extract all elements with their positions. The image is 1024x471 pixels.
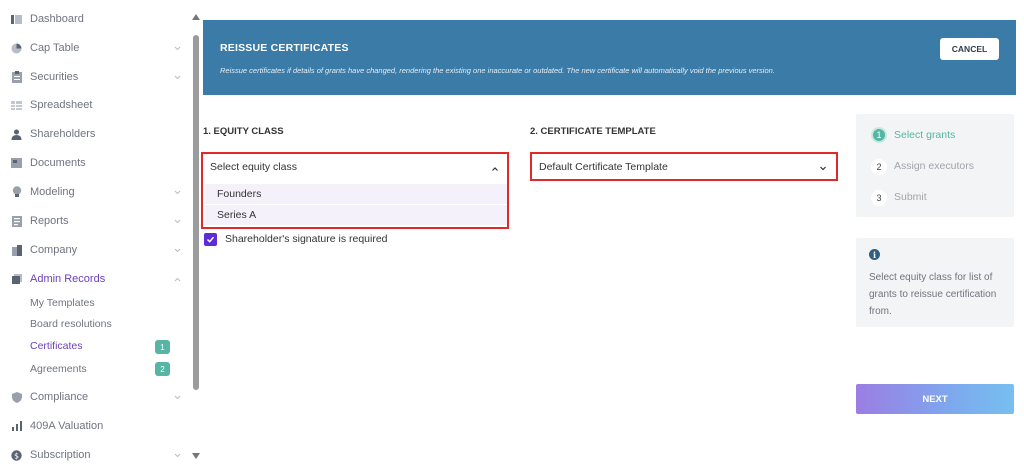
chevron-down-icon xyxy=(174,453,181,457)
chevron-down-icon xyxy=(174,190,181,194)
sidebar-item-reports[interactable]: Reports xyxy=(0,207,192,235)
sidebar-item-label: Subscription xyxy=(30,449,91,461)
clipboard-icon xyxy=(11,71,22,83)
sidebar-item-compliance[interactable]: Compliance xyxy=(0,383,192,411)
scroll-down-arrow[interactable] xyxy=(192,453,200,459)
sidebar-item-label: Modeling xyxy=(30,186,75,198)
cancel-button[interactable]: CANCEL xyxy=(940,38,999,60)
bulb-icon xyxy=(11,186,22,198)
chevron-down-icon xyxy=(174,248,181,252)
next-button[interactable]: NEXT xyxy=(856,384,1014,414)
equity-class-dropdown[interactable]: Select equity class Founders Series A xyxy=(201,152,509,229)
records-icon xyxy=(11,274,22,285)
certificate-template-heading: 2. CERTIFICATE TEMPLATE xyxy=(530,126,656,137)
person-icon xyxy=(11,129,22,140)
sidebar-item-dashboard[interactable]: Dashboard xyxy=(0,5,192,33)
sidebar-item-spreadsheet[interactable]: Spreadsheet xyxy=(0,91,192,119)
pie-chart-icon xyxy=(11,43,22,54)
chevron-down-icon xyxy=(820,166,826,171)
sidebar-item-securities[interactable]: Securities xyxy=(0,63,192,91)
sidebar: Dashboard Cap Table Securities Spreadshe… xyxy=(0,0,192,471)
chevron-down-icon xyxy=(174,46,181,50)
step-submit: Submit xyxy=(894,191,927,203)
step-number: 2 xyxy=(871,159,887,175)
equity-class-select-value: Select equity class xyxy=(210,161,297,173)
chevron-down-icon xyxy=(174,395,181,399)
info-panel: i Select equity class for list of grants… xyxy=(856,238,1014,327)
sidebar-subitem-board-resolutions[interactable]: Board resolutions xyxy=(30,318,112,330)
sidebar-item-modeling[interactable]: Modeling xyxy=(0,178,192,206)
equity-option-series-a[interactable]: Series A xyxy=(205,205,507,225)
step-number: 1 xyxy=(871,127,887,143)
agreements-count-badge: 2 xyxy=(155,362,170,376)
signature-required-label: Shareholder's signature is required xyxy=(225,233,388,245)
shield-icon xyxy=(11,391,22,403)
sidebar-item-label: Cap Table xyxy=(30,42,80,54)
sidebar-item-409a-valuation[interactable]: 409A Valuation xyxy=(0,412,192,440)
sidebar-item-label: Admin Records xyxy=(30,273,106,285)
checkmark-icon xyxy=(206,236,215,243)
sidebar-subitem-my-templates[interactable]: My Templates xyxy=(30,297,95,309)
certificate-template-select[interactable]: Default Certificate Template xyxy=(530,152,838,181)
certificate-template-select-value: Default Certificate Template xyxy=(539,161,668,173)
sidebar-item-subscription[interactable]: $ Subscription xyxy=(0,441,192,469)
sidebar-item-label: Documents xyxy=(30,157,86,169)
info-text: Select equity class for list of grants t… xyxy=(869,272,997,317)
svg-text:$: $ xyxy=(14,451,19,460)
page-description: Reissue certificates if details of grant… xyxy=(220,66,775,75)
sidebar-item-admin-records[interactable]: Admin Records xyxy=(0,265,192,293)
sidebar-item-cap-table[interactable]: Cap Table xyxy=(0,34,192,62)
chevron-down-icon xyxy=(174,75,181,79)
sidebar-item-label: Reports xyxy=(30,215,69,227)
sidebar-item-label: Spreadsheet xyxy=(30,99,93,111)
sidebar-item-label: Shareholders xyxy=(30,128,96,140)
page-header-banner: REISSUE CERTIFICATES Reissue certificate… xyxy=(203,20,1016,95)
equity-option-founders[interactable]: Founders xyxy=(205,184,507,204)
report-icon xyxy=(11,215,22,227)
step-select-grants: Select grants xyxy=(894,129,956,141)
sidebar-item-label: Company xyxy=(30,244,78,256)
sidebar-subitem-agreements[interactable]: Agreements xyxy=(30,363,87,375)
step-assign-executors: Assign executors xyxy=(894,160,974,172)
equity-class-heading: 1. EQUITY CLASS xyxy=(203,126,284,137)
chart-icon xyxy=(11,421,22,432)
scroll-up-arrow[interactable] xyxy=(192,14,200,20)
sidebar-item-label: Compliance xyxy=(30,391,89,403)
progress-stepper: 1 Select grants 2 Assign executors 3 Sub… xyxy=(856,114,1014,217)
chevron-up-icon xyxy=(174,277,181,281)
page-title: REISSUE CERTIFICATES xyxy=(220,42,349,54)
grid-icon xyxy=(11,100,22,111)
info-icon: i xyxy=(869,249,880,260)
sidebar-item-shareholders[interactable]: Shareholders xyxy=(0,120,192,148)
document-icon xyxy=(11,158,22,169)
sidebar-item-label: 409A Valuation xyxy=(30,420,104,432)
dashboard-icon xyxy=(11,14,22,25)
step-number: 3 xyxy=(871,190,887,206)
dollar-icon: $ xyxy=(11,449,22,461)
certificates-count-badge: 1 xyxy=(155,340,170,354)
chevron-down-icon xyxy=(174,219,181,223)
signature-required-checkbox[interactable] xyxy=(204,233,217,246)
sidebar-subitem-certificates[interactable]: Certificates xyxy=(30,340,83,352)
sidebar-item-company[interactable]: Company xyxy=(0,236,192,264)
sidebar-item-documents[interactable]: Documents xyxy=(0,149,192,177)
sidebar-item-label: Securities xyxy=(30,71,79,83)
chevron-up-icon xyxy=(492,167,498,171)
sidebar-scrollbar[interactable] xyxy=(193,35,199,390)
building-icon xyxy=(11,244,22,256)
sidebar-item-label: Dashboard xyxy=(30,13,84,25)
